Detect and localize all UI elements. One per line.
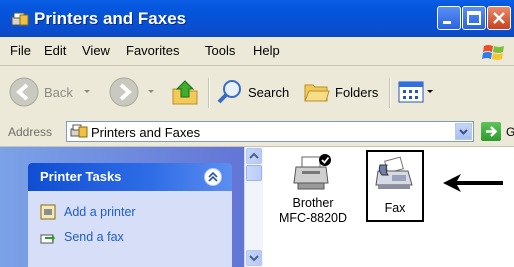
fax-name: Fax	[384, 201, 406, 215]
up-folder-icon	[172, 80, 198, 105]
chevron-down-icon	[427, 90, 433, 93]
go-arrow-icon	[486, 126, 498, 137]
toolbar-separator	[208, 78, 210, 108]
explorer-window: Printers and Faxes File Edit View Favori…	[0, 0, 514, 267]
printer-tasks-title: Printer Tasks	[40, 169, 122, 184]
forward-button[interactable]	[108, 66, 156, 118]
chevron-down-icon	[148, 90, 154, 93]
pointer-arrow-icon	[443, 174, 503, 192]
printer-item-brother[interactable]: Brother MFC-8820D	[273, 153, 353, 241]
task-pane: Printer Tasks Add a printer Send a fax	[0, 147, 244, 267]
add-printer-link[interactable]: Add a printer	[40, 204, 136, 220]
printers-folder-icon	[10, 11, 30, 30]
send-fax-link[interactable]: Send a fax	[40, 229, 124, 245]
title-bar[interactable]: Printers and Faxes	[0, 0, 514, 37]
printer-name-line1: Brother	[292, 196, 334, 210]
send-fax-icon	[40, 234, 55, 244]
chevron-down-icon	[249, 255, 259, 262]
fax-item[interactable]: Fax	[366, 150, 424, 222]
close-button[interactable]	[487, 6, 511, 30]
chevron-up-icon	[249, 152, 259, 159]
vertical-scrollbar[interactable]	[244, 147, 263, 267]
folders-button[interactable]: Folders	[303, 66, 378, 118]
printer-icon	[293, 154, 331, 190]
standard-toolbar: Back Search Folders	[0, 66, 514, 119]
send-fax-label: Send a fax	[64, 230, 124, 244]
back-button[interactable]: Back	[8, 66, 92, 118]
maximize-button[interactable]	[462, 6, 486, 30]
chevron-down-icon	[83, 90, 90, 93]
menu-help[interactable]: Help	[253, 43, 280, 58]
go-label[interactable]: Go	[506, 125, 514, 139]
scroll-thumb[interactable]	[246, 165, 262, 181]
menu-edit[interactable]: Edit	[44, 43, 66, 58]
scroll-up-button[interactable]	[246, 148, 262, 164]
minimize-button[interactable]	[437, 6, 461, 30]
chevron-down-icon	[459, 129, 468, 135]
menu-view[interactable]: View	[82, 43, 110, 58]
fax-icon	[375, 156, 413, 189]
address-dropdown-button[interactable]	[455, 123, 472, 140]
folders-label: Folders	[335, 84, 379, 100]
search-label: Search	[248, 84, 290, 100]
windows-logo-icon	[482, 42, 506, 64]
menu-favorites[interactable]: Favorites	[126, 43, 179, 58]
add-printer-icon	[40, 204, 56, 220]
views-button[interactable]	[398, 66, 434, 118]
back-arrow-icon	[9, 77, 39, 107]
go-button[interactable]	[481, 122, 501, 141]
printers-list: Brother MFC-8820D Fax	[263, 147, 514, 267]
forward-arrow-icon	[109, 77, 139, 107]
menu-bar: File Edit View Favorites Tools Help	[0, 37, 514, 66]
scroll-down-button[interactable]	[246, 250, 262, 266]
address-bar: Address Printers and Faxes Go	[0, 118, 514, 147]
double-chevron-up-icon	[208, 171, 218, 182]
window-title: Printers and Faxes	[34, 9, 187, 28]
address-value: Printers and Faxes	[91, 125, 201, 140]
menu-tools[interactable]: Tools	[205, 43, 235, 58]
printer-tasks-header[interactable]: Printer Tasks	[28, 163, 232, 191]
add-printer-label: Add a printer	[64, 205, 136, 219]
menu-file[interactable]: File	[10, 43, 31, 58]
folders-icon	[304, 84, 330, 102]
toolbar-separator	[389, 78, 391, 108]
back-label: Back	[44, 84, 73, 100]
up-folder-button[interactable]	[170, 66, 200, 118]
search-button[interactable]: Search	[216, 66, 289, 118]
address-input[interactable]: Printers and Faxes	[66, 121, 474, 142]
printers-folder-icon	[70, 123, 88, 142]
views-icon	[398, 81, 424, 103]
collapse-button[interactable]	[204, 168, 222, 186]
address-label: Address	[8, 125, 53, 139]
printer-tasks-list: Add a printer Send a fax	[28, 191, 232, 267]
search-icon	[217, 80, 241, 104]
printer-name-line2: MFC-8820D	[278, 211, 348, 225]
